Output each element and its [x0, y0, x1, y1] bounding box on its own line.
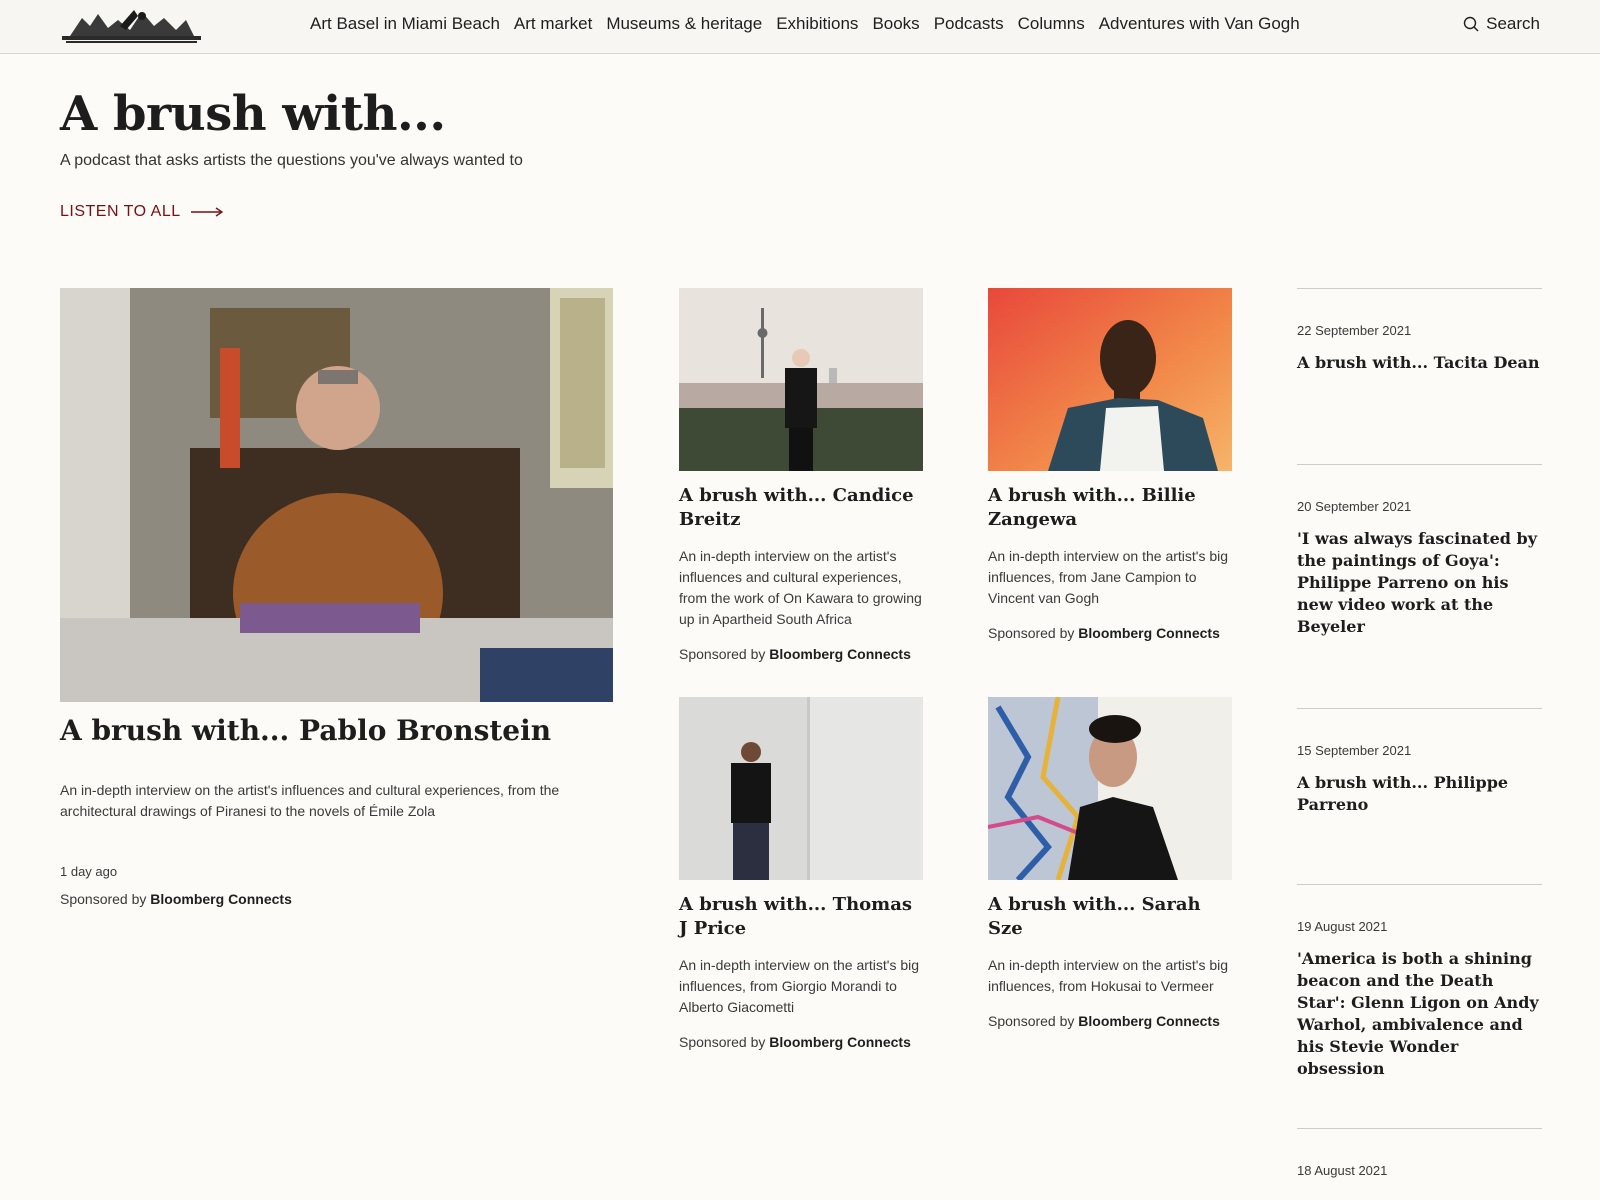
- episode-date: 22 September 2021: [1297, 323, 1412, 338]
- sponsor-prefix: Sponsored by: [988, 1013, 1075, 1029]
- sponsor-name[interactable]: Bloomberg Connects: [150, 891, 292, 907]
- nav-item-museums-heritage[interactable]: Museums & heritage: [606, 14, 762, 34]
- featured-sponsor: Sponsored by Bloomberg Connects: [60, 891, 292, 907]
- listen-to-all-link[interactable]: LISTEN TO ALL: [60, 203, 223, 221]
- sponsor-prefix: Sponsored by: [988, 625, 1075, 641]
- episode-title[interactable]: 'America is both a shining beacon and th…: [1297, 948, 1542, 1080]
- card-title[interactable]: A brush with... Sarah Sze: [988, 893, 1233, 941]
- card-sarah-sze: A brush with... Sarah Sze An in-depth in…: [988, 697, 1233, 1029]
- card-sponsor: Sponsored by Bloomberg Connects: [988, 1013, 1233, 1029]
- nav-item-van-gogh[interactable]: Adventures with Van Gogh: [1099, 14, 1300, 34]
- page-title: A brush with...: [60, 86, 446, 142]
- featured-title[interactable]: A brush with... Pablo Bronstein: [60, 714, 620, 747]
- card-thomas-j-price: A brush with... Thomas J Price An in-dep…: [679, 697, 924, 1050]
- episode-date: 20 September 2021: [1297, 499, 1412, 514]
- list-item: 15 September 2021 A brush with... Philip…: [1297, 708, 1542, 816]
- featured-image[interactable]: [60, 288, 613, 702]
- search-icon: [1463, 16, 1479, 32]
- episode-title[interactable]: 'I was always fascinated by the painting…: [1297, 528, 1542, 638]
- card-image[interactable]: [988, 288, 1232, 471]
- card-description: An in-depth interview on the artist's bi…: [679, 957, 920, 1015]
- card-title[interactable]: A brush with... Billie Zangewa: [988, 484, 1233, 532]
- card-image[interactable]: [679, 288, 923, 471]
- sponsor-prefix: Sponsored by: [679, 646, 766, 662]
- card-title[interactable]: A brush with... Candice Breitz: [679, 484, 924, 532]
- card-title[interactable]: A brush with... Thomas J Price: [679, 893, 924, 941]
- card-image[interactable]: [679, 697, 923, 880]
- card-sponsor: Sponsored by Bloomberg Connects: [679, 646, 924, 662]
- main-nav: Art Basel in Miami Beach Art market Muse…: [310, 14, 1314, 34]
- card-description: An in-depth interview on the artist's in…: [679, 548, 922, 627]
- featured-date: 1 day ago: [60, 864, 118, 879]
- card-candice-breitz: A brush with... Candice Breitz An in-dep…: [679, 288, 924, 662]
- sponsor-prefix: Sponsored by: [679, 1034, 766, 1050]
- card-description: An in-depth interview on the artist's bi…: [988, 548, 1229, 606]
- search-label: Search: [1486, 14, 1540, 33]
- nav-item-books[interactable]: Books: [872, 14, 919, 34]
- page-subtitle: A podcast that asks artists the question…: [60, 152, 523, 169]
- arrow-right-icon: [190, 207, 223, 217]
- list-item: 19 August 2021 'America is both a shinin…: [1297, 884, 1542, 1080]
- sponsor-name[interactable]: Bloomberg Connects: [769, 646, 911, 662]
- card-billie-zangewa: A brush with... Billie Zangewa An in-dep…: [988, 288, 1233, 641]
- sponsor-name[interactable]: Bloomberg Connects: [1078, 1013, 1220, 1029]
- card-sponsor: Sponsored by Bloomberg Connects: [679, 1034, 924, 1050]
- sponsor-name[interactable]: Bloomberg Connects: [769, 1034, 911, 1050]
- site-logo[interactable]: [60, 6, 203, 46]
- featured-description: An in-depth interview on the artist's in…: [60, 782, 560, 819]
- nav-item-podcasts[interactable]: Podcasts: [934, 14, 1004, 34]
- sponsor-prefix: Sponsored by: [60, 891, 147, 907]
- list-item: 18 August 2021: [1297, 1128, 1542, 1192]
- episode-date: 18 August 2021: [1297, 1163, 1388, 1178]
- sponsor-name[interactable]: Bloomberg Connects: [1078, 625, 1220, 641]
- card-sponsor: Sponsored by Bloomberg Connects: [988, 625, 1233, 641]
- site-header: Art Basel in Miami Beach Art market Muse…: [0, 0, 1600, 54]
- nav-item-art-market[interactable]: Art market: [514, 14, 592, 34]
- list-item: 20 September 2021 'I was always fascinat…: [1297, 464, 1542, 638]
- episode-title[interactable]: A brush with... Philippe Parreno: [1297, 772, 1542, 816]
- card-image[interactable]: [988, 697, 1232, 880]
- nav-item-art-basel[interactable]: Art Basel in Miami Beach: [310, 14, 500, 34]
- card-description: An in-depth interview on the artist's bi…: [988, 957, 1229, 994]
- episode-date: 15 September 2021: [1297, 743, 1412, 758]
- search-button[interactable]: Search: [1463, 14, 1540, 34]
- episode-date: 19 August 2021: [1297, 919, 1388, 934]
- list-item: 22 September 2021 A brush with... Tacita…: [1297, 288, 1542, 374]
- listen-to-all-label: LISTEN TO ALL: [60, 203, 181, 220]
- episode-title[interactable]: A brush with... Tacita Dean: [1297, 352, 1542, 374]
- nav-item-exhibitions[interactable]: Exhibitions: [776, 14, 858, 34]
- nav-item-columns[interactable]: Columns: [1018, 14, 1085, 34]
